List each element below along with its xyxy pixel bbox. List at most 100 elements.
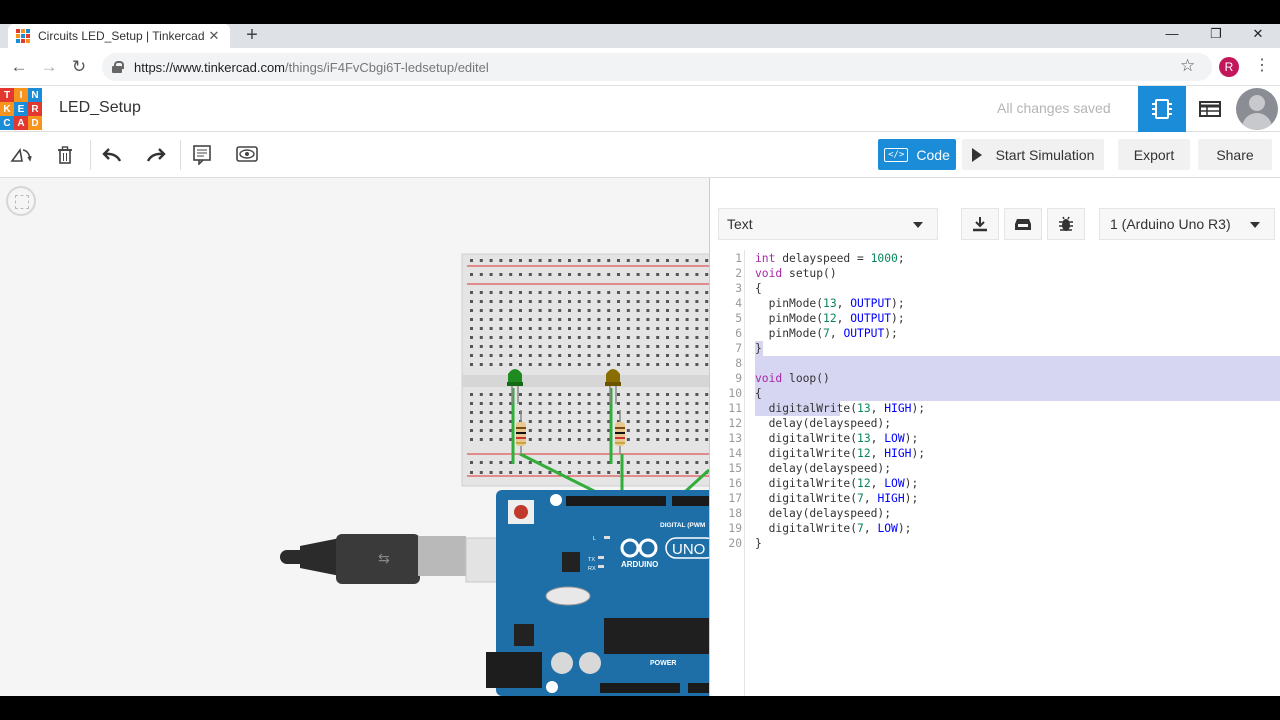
url-field[interactable]: https://www.tinkercad.com/things/iF4FvCb… xyxy=(102,53,1212,81)
breadboard-hole xyxy=(656,363,660,366)
breadboard-hole xyxy=(587,471,591,474)
download-code-button[interactable] xyxy=(961,208,999,240)
power-label: POWER xyxy=(650,660,676,667)
code-line[interactable]: 14 digitalWrite(12, HIGH); xyxy=(710,446,1280,461)
notes-visibility-icon[interactable] xyxy=(232,140,262,170)
tab-close-icon[interactable]: ✕ xyxy=(206,28,222,44)
project-title[interactable]: LED_Setup xyxy=(59,99,141,117)
breadboard-hole xyxy=(607,273,611,276)
code-line[interactable]: 15 delay(delayspeed); xyxy=(710,461,1280,476)
code-line[interactable]: 17 digitalWrite(7, HIGH); xyxy=(710,491,1280,506)
breadboard-hole xyxy=(499,327,503,330)
breadboard-hole xyxy=(489,259,493,262)
breadboard-hole xyxy=(489,300,493,303)
code-line[interactable]: 19 digitalWrite(7, LOW); xyxy=(710,521,1280,536)
board-select[interactable]: 1 (Arduino Uno R3) xyxy=(1099,208,1275,240)
breadboard-hole xyxy=(499,438,503,441)
reload-icon[interactable]: ↻ xyxy=(66,55,92,79)
code-text: { xyxy=(755,282,762,295)
breadboard-hole xyxy=(626,354,630,357)
breadboard-hole xyxy=(558,420,562,423)
code-line[interactable]: 6 pinMode(7, OUTPUT); xyxy=(710,326,1280,341)
breadboard-hole xyxy=(675,363,679,366)
breadboard-hole xyxy=(558,318,562,321)
bookmark-star-icon[interactable]: ☆ xyxy=(1180,56,1195,76)
libraries-button[interactable] xyxy=(1004,208,1042,240)
export-button[interactable]: Export xyxy=(1118,139,1190,170)
breadboard-hole xyxy=(577,471,581,474)
back-arrow-icon[interactable]: ← xyxy=(6,55,32,79)
breadboard-hole xyxy=(548,438,552,441)
arduino-uno-board[interactable]: ARDUINO UNO DIGITAL (PWM POWER TX RX L xyxy=(486,490,709,696)
code-line[interactable]: 10 { xyxy=(710,386,1280,401)
breadboard-hole xyxy=(538,291,542,294)
code-line[interactable]: 2 void setup() xyxy=(710,266,1280,281)
breadboard-hole xyxy=(470,429,473,432)
breadboard-hole xyxy=(519,402,522,405)
start-simulation-button[interactable]: Start Simulation xyxy=(962,139,1104,170)
line-number: 4 xyxy=(735,297,742,310)
code-line[interactable]: 12 delay(delayspeed); xyxy=(710,416,1280,431)
breadboard-hole xyxy=(695,411,699,414)
breadboard-hole xyxy=(470,259,473,262)
breadboard-hole xyxy=(685,327,689,330)
breadboard[interactable] xyxy=(461,253,709,487)
code-line[interactable]: 7} xyxy=(710,341,1280,356)
breadboard-hole xyxy=(577,429,581,432)
breadboard-hole xyxy=(479,309,483,312)
breadboard-hole xyxy=(519,336,522,339)
breadboard-hole xyxy=(607,309,611,312)
tinkercad-logo[interactable]: TINKERCAD xyxy=(0,88,42,130)
user-avatar[interactable] xyxy=(1236,88,1278,130)
circuit-view-button[interactable] xyxy=(1138,86,1186,132)
code-line[interactable]: 3{ xyxy=(710,281,1280,296)
breadboard-hole xyxy=(548,318,552,321)
code-line[interactable]: 8 xyxy=(710,356,1280,371)
breadboard-hole xyxy=(479,354,483,357)
browser-menu-icon[interactable]: ⋮ xyxy=(1254,55,1270,75)
rotate-icon[interactable] xyxy=(6,140,36,170)
breadboard-hole xyxy=(548,420,552,423)
browser-tab[interactable]: Circuits LED_Setup | Tinkercad ✕ xyxy=(8,24,230,48)
line-number: 19 xyxy=(728,522,742,535)
circuit-canvas[interactable]: ⇆ ARDUINO UNO DIGITAL (PWM POWER TX RX L xyxy=(0,178,709,696)
breadboard-hole xyxy=(568,327,571,330)
undo-icon[interactable] xyxy=(97,140,127,170)
share-button[interactable]: Share xyxy=(1198,139,1272,170)
breadboard-hole xyxy=(509,291,513,294)
code-line[interactable]: 18 delay(delayspeed); xyxy=(710,506,1280,521)
logo-letter: E xyxy=(14,102,28,116)
code-line[interactable]: 4 pinMode(13, OUTPUT); xyxy=(710,296,1280,311)
profile-avatar[interactable]: R xyxy=(1219,57,1239,77)
breadboard-hole xyxy=(470,291,473,294)
code-line[interactable]: 20} xyxy=(710,536,1280,551)
circuit-drawing: ⇆ ARDUINO UNO DIGITAL (PWM POWER TX RX L xyxy=(280,253,709,696)
breadboard-hole xyxy=(538,393,542,396)
code-line[interactable]: 13 digitalWrite(13, LOW); xyxy=(710,431,1280,446)
breadboard-hole xyxy=(499,300,503,303)
code-line[interactable]: 11 digitalWrite(13, HIGH); xyxy=(710,401,1280,416)
breadboard-hole xyxy=(548,393,552,396)
window-close-button[interactable]: ✕ xyxy=(1236,24,1280,48)
code-mode-select[interactable]: Text xyxy=(718,208,938,240)
code-line[interactable]: 16 digitalWrite(12, LOW); xyxy=(710,476,1280,491)
notes-icon[interactable] xyxy=(187,140,217,170)
code-button[interactable]: </> Code xyxy=(878,139,956,170)
schematic-view-button[interactable] xyxy=(1186,86,1234,132)
delete-icon[interactable] xyxy=(50,140,80,170)
breadboard-hole xyxy=(538,429,542,432)
breadboard-hole xyxy=(538,259,542,262)
code-line[interactable]: 1 int delayspeed = 1000; xyxy=(710,251,1280,266)
breadboard-hole xyxy=(538,327,542,330)
minimize-button[interactable]: — xyxy=(1150,24,1194,48)
forward-arrow-icon[interactable]: → xyxy=(36,55,62,79)
maximize-button[interactable]: ❐ xyxy=(1194,24,1238,48)
code-line[interactable]: 5 pinMode(12, OUTPUT); xyxy=(710,311,1280,326)
code-line[interactable]: 9 void loop() xyxy=(710,371,1280,386)
debugger-button[interactable] xyxy=(1047,208,1085,240)
breadboard-hole xyxy=(587,300,591,303)
redo-icon[interactable] xyxy=(141,140,171,170)
code-editor[interactable]: 1 int delayspeed = 1000; 2 void setup() 3{4 … xyxy=(710,250,1280,696)
breadboard-hole xyxy=(479,411,483,414)
new-tab-button[interactable]: + xyxy=(240,24,264,48)
